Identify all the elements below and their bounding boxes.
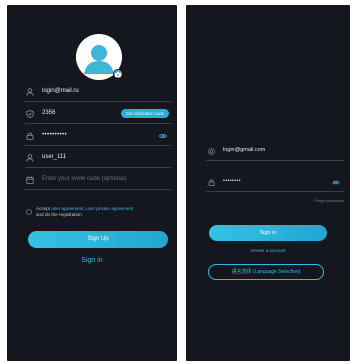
- person-icon: [26, 88, 34, 96]
- language-selection-button[interactable]: 语言选择 (Language Selection): [208, 264, 324, 280]
- forgot-password-link[interactable]: Forgot password: [314, 198, 344, 203]
- login-email-value: login@gmail.com: [223, 147, 266, 153]
- agreement-prefix: Accept: [36, 206, 52, 211]
- verification-code-field[interactable]: 2356 Get verification code: [25, 107, 171, 124]
- user-agreement-link[interactable]: user agreement: [51, 206, 83, 211]
- create-account-link[interactable]: Create a account: [186, 248, 350, 253]
- lock-icon: [208, 179, 215, 186]
- lock-icon: [26, 132, 34, 140]
- sign-in-link[interactable]: Sign in: [7, 257, 177, 264]
- verification-code-value: 2356: [42, 110, 56, 116]
- username-field[interactable]: user_111: [25, 151, 171, 168]
- password-field[interactable]: ••••••••••: [25, 129, 171, 146]
- eye-icon[interactable]: [159, 132, 167, 140]
- sign-in-button[interactable]: Sign in: [209, 225, 327, 241]
- agreement-suffix: and do the registration: [36, 212, 82, 217]
- shield-icon: [26, 110, 34, 118]
- checkbox[interactable]: [26, 209, 32, 215]
- calendar-icon: [26, 176, 34, 184]
- user-icon: [26, 154, 34, 162]
- eye-icon[interactable]: [332, 179, 340, 186]
- invite-code-field[interactable]: Enter your invite code (optional): [25, 173, 171, 190]
- sign-up-button[interactable]: Sign Up: [28, 231, 168, 248]
- password-value: ••••••••••: [42, 132, 68, 138]
- registration-screen: login@mail.ru 2356 Get verification code…: [7, 5, 177, 361]
- camera-icon[interactable]: [113, 69, 123, 79]
- login-email-field[interactable]: login@gmail.com: [206, 144, 344, 161]
- username-value: user_111: [42, 154, 67, 160]
- invite-code-placeholder: Enter your invite code (optional): [42, 176, 127, 182]
- login-password-value: ••••••••: [223, 178, 241, 184]
- email-field[interactable]: login@mail.ru: [25, 85, 171, 102]
- at-icon: [208, 148, 215, 155]
- login-screen: login@gmail.com •••••••• Forgot password…: [186, 5, 350, 361]
- login-password-field[interactable]: ••••••••: [206, 175, 344, 192]
- user-private-agreement-link[interactable]: user private agreement: [86, 206, 133, 211]
- get-verification-code-button[interactable]: Get verification code: [120, 109, 169, 118]
- email-value: login@mail.ru: [42, 88, 79, 94]
